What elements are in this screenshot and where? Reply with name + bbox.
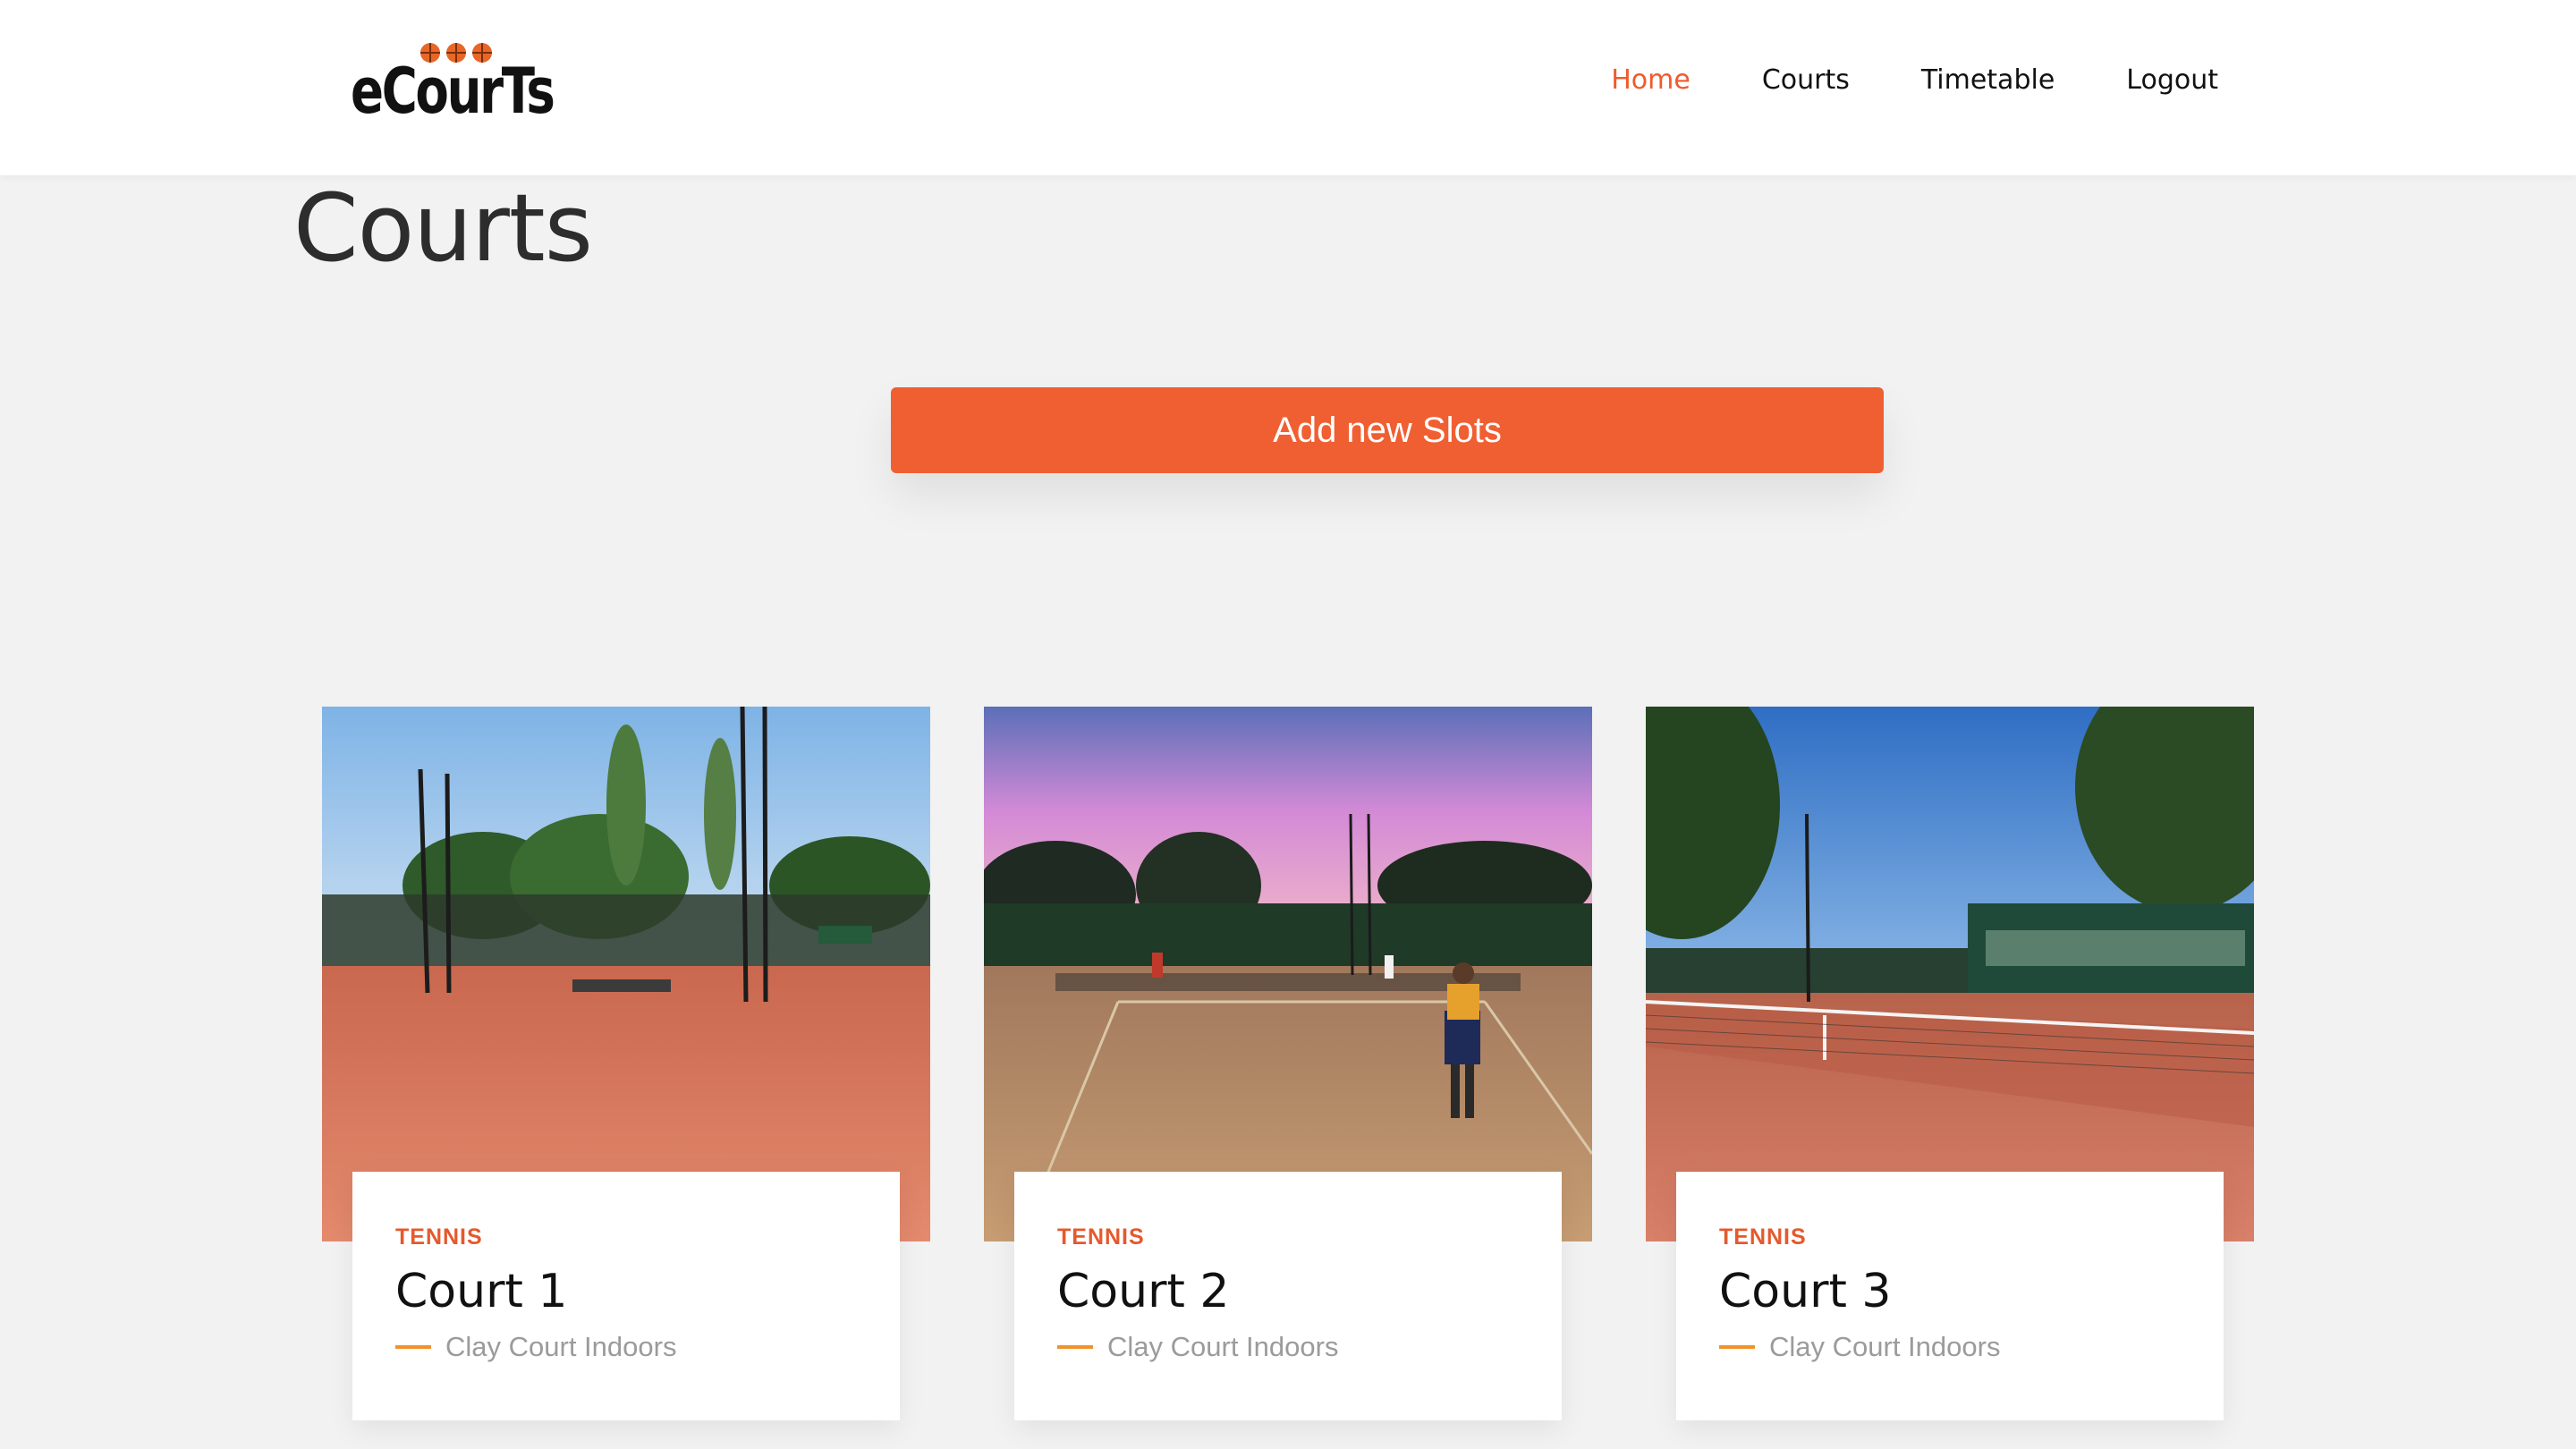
dash-icon xyxy=(1057,1345,1093,1349)
court-photo[interactable] xyxy=(322,707,930,1241)
court-description-row: Clay Court Indoors xyxy=(1719,1331,2181,1363)
court-card-body: TENNIS Court 1 Clay Court Indoors xyxy=(352,1172,900,1420)
court-card-body: TENNIS Court 2 Clay Court Indoors xyxy=(1014,1172,1562,1420)
main-nav: Home Courts Timetable Logout xyxy=(1539,57,2218,102)
court-name[interactable]: Court 1 xyxy=(395,1263,857,1320)
court-photo[interactable] xyxy=(984,707,1592,1241)
court-card[interactable]: TENNIS Court 1 Clay Court Indoors xyxy=(322,707,930,1440)
court-card-list: TENNIS Court 1 Clay Court Indoors TENNIS… xyxy=(322,707,2254,1449)
court-category: TENNIS xyxy=(1057,1224,1145,1250)
court-category: TENNIS xyxy=(395,1224,483,1250)
court-description-row: Clay Court Indoors xyxy=(395,1331,857,1363)
court-description: Clay Court Indoors xyxy=(1107,1331,1339,1362)
court-description-row: Clay Court Indoors xyxy=(1057,1331,1519,1363)
court-photo-image xyxy=(1646,707,2254,1241)
page-title: Courts xyxy=(293,174,593,283)
court-photo-image xyxy=(322,707,930,1241)
court-name[interactable]: Court 3 xyxy=(1719,1263,2181,1320)
court-photo[interactable] xyxy=(1646,707,2254,1241)
dash-icon xyxy=(1719,1345,1755,1349)
logo-text: eCourTs xyxy=(351,55,555,128)
ecourts-logo[interactable]: eCourTs xyxy=(351,43,555,125)
nav-item-home[interactable]: Home xyxy=(1611,64,1690,96)
court-description: Clay Court Indoors xyxy=(445,1331,677,1362)
court-category: TENNIS xyxy=(1719,1224,1807,1250)
court-card[interactable]: TENNIS Court 3 Clay Court Indoors xyxy=(1646,707,2254,1440)
court-card-body: TENNIS Court 3 Clay Court Indoors xyxy=(1676,1172,2224,1420)
add-new-slots-button[interactable]: Add new Slots xyxy=(891,387,1884,473)
dash-icon xyxy=(395,1345,431,1349)
nav-item-logout[interactable]: Logout xyxy=(2126,64,2218,96)
court-name[interactable]: Court 2 xyxy=(1057,1263,1519,1320)
court-photo-image xyxy=(984,707,1592,1241)
court-description: Clay Court Indoors xyxy=(1769,1331,2001,1362)
nav-item-courts[interactable]: Courts xyxy=(1762,64,1850,96)
nav-item-timetable[interactable]: Timetable xyxy=(1921,64,2055,96)
top-header: eCourTs Home Courts Timetable Logout xyxy=(0,0,2576,175)
court-card[interactable]: TENNIS Court 2 Clay Court Indoors xyxy=(984,707,1592,1440)
